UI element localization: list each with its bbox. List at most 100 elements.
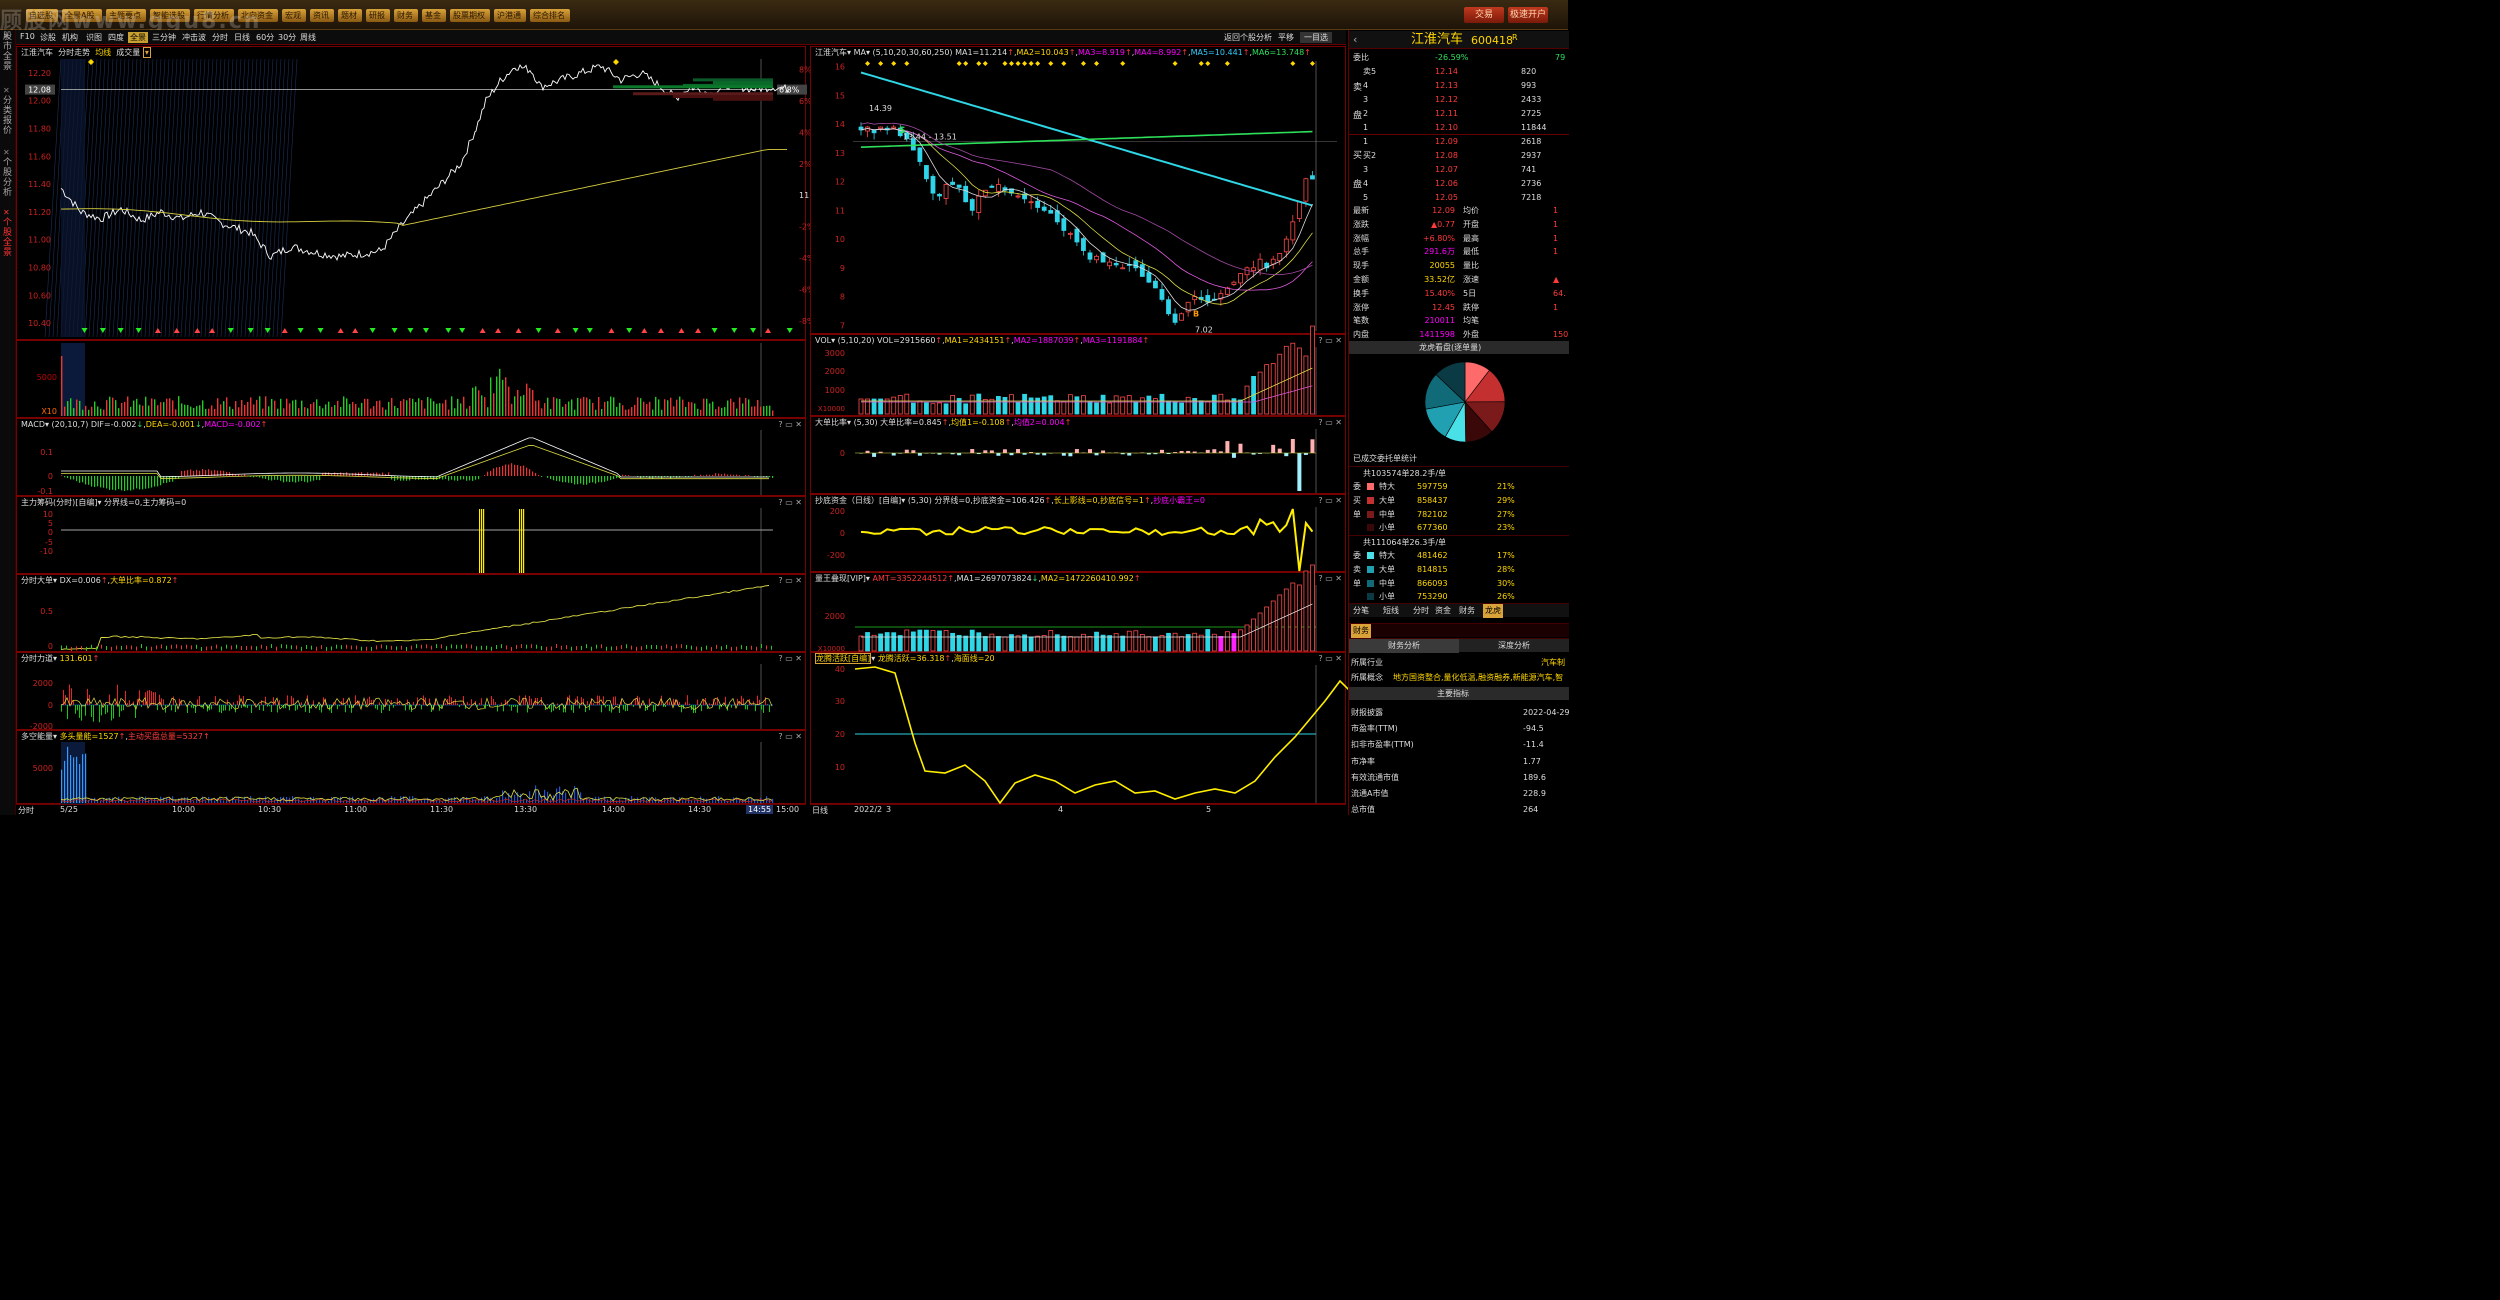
subbar-item-3[interactable]: 识图 <box>86 32 102 43</box>
finance-value: 1.77 <box>1523 756 1541 766</box>
macd-pane[interactable]: MACD▾ (20,10,7) DIF=-0.002↓,DEA=-0.001↓,… <box>16 418 806 496</box>
toolbar-button-13[interactable]: 沪港通 <box>494 9 526 22</box>
dragon-active-pane[interactable]: 龙腾活跃[自编]▾ 龙腾活跃=36.318↑,海面线=20 ? ▭ ✕ 40 30… <box>810 652 1356 805</box>
finance-tab-bar: 财务 <box>1349 623 1569 638</box>
subbar-item-0[interactable]: F10 <box>20 32 35 41</box>
vol-king-pane[interactable]: 量王叠现[VIP]▾ AMT=3352244512↑,MA1=269707382… <box>810 564 1346 653</box>
close-icon[interactable]: ✕ <box>3 208 10 217</box>
view-select[interactable]: 一目选 <box>1300 32 1332 43</box>
quote-tab-4[interactable]: 财务 <box>1459 604 1475 618</box>
time-tick[interactable]: 分时 <box>18 805 34 816</box>
ask-level: 3 <box>1363 95 1369 104</box>
bid-row[interactable]: 4 12.06 2736 <box>1349 177 1569 190</box>
subbar-item-7[interactable]: 冲击波 <box>182 32 206 43</box>
bid-price: 12.05 <box>1435 193 1458 202</box>
tab-finance[interactable]: 财务 <box>1351 624 1371 638</box>
ask-row[interactable]: 1 12.10 11844 <box>1349 121 1569 134</box>
quote-key2: 最低 <box>1463 247 1479 257</box>
bf-tick: 200 <box>830 507 845 516</box>
quote-key2: 开盘 <box>1463 219 1479 229</box>
bid-row[interactable]: 1 12.09 2618 <box>1349 135 1569 148</box>
close-icon[interactable]: ✕ <box>3 148 10 157</box>
quote-tab-3[interactable]: 资金 <box>1435 604 1451 618</box>
industry-value[interactable]: 汽车制 <box>1541 656 1565 669</box>
finance-key: 总市值 <box>1351 805 1375 815</box>
toolbar-button-11[interactable]: 基金 <box>422 9 446 22</box>
intraday-price-pane[interactable]: 江淮汽车 分时走势 均线 成交量 ▾ 12.20 12.00 11.80 11.60 1… <box>16 46 822 340</box>
daily-time-tick[interactable]: 日线 <box>812 805 828 816</box>
ask-level: 4 <box>1363 81 1369 90</box>
toolbar-button-10[interactable]: 财务 <box>394 9 418 22</box>
bid-row[interactable]: 买2 12.08 2937 <box>1349 149 1569 162</box>
quote-row: 内盘 1411598 外盘 150 <box>1349 328 1569 341</box>
bid-level: 买2 <box>1363 151 1377 160</box>
price-tick: 12.20 <box>28 69 51 78</box>
quote-tab-2[interactable]: 分时 <box>1413 604 1429 618</box>
rail-stock-analysis[interactable]: 个股分析 <box>1 158 14 198</box>
subbar-item-11[interactable]: 30分 <box>278 32 296 43</box>
concept-value[interactable]: 地方国资整合,量化低温,融资融券,新能源汽车,智 <box>1393 671 1563 684</box>
tab-finance-analysis[interactable]: 财务分析 <box>1349 639 1459 653</box>
quote-tab-1[interactable]: 短线 <box>1383 604 1399 618</box>
daily-vol-pane[interactable]: VOL▾ (5,10,20) VOL=2915660↑,MA1=2434151↑… <box>810 325 1346 416</box>
toolbar-button-9[interactable]: 研报 <box>366 9 390 22</box>
subbar-item-2[interactable]: 机构 <box>62 32 78 43</box>
subbar-item-1[interactable]: 诊股 <box>40 32 56 43</box>
sell-pct: 30% <box>1497 578 1515 588</box>
close-icon[interactable]: ✕ <box>3 86 10 95</box>
toolbar-button-6[interactable]: 宏观 <box>282 9 306 22</box>
tab-deep-analysis[interactable]: 深度分析 <box>1459 639 1569 653</box>
time-tick: 11:00 <box>344 805 368 814</box>
dragon-title-bar: 龙虎看盘(逐单量) <box>1349 341 1569 354</box>
subbar-item-8[interactable]: 分时 <box>212 32 228 43</box>
ask-volume: 11844 <box>1521 123 1547 132</box>
bid-price: 12.06 <box>1435 179 1458 188</box>
dragon-title: 龙虎看盘(逐单量) <box>1419 343 1482 352</box>
long-short-pane[interactable]: 多空能量▾ 多头量能=1527↑,主动买盘总量=5327↑ ? ▭ ✕ 5000 <box>16 730 806 804</box>
subbar-item-9[interactable]: 日线 <box>234 32 250 43</box>
subbar-item-12[interactable]: 周线 <box>300 32 316 43</box>
ask-row[interactable]: 2 12.11 2725 <box>1349 107 1569 120</box>
toolbar-button-14[interactable]: 综合排名 <box>530 9 570 22</box>
back-arrow-icon[interactable]: ‹ <box>1353 33 1357 46</box>
buy-stat-row: 买 大单 858437 29% <box>1349 494 1569 507</box>
open-account-button[interactable]: 极速开户 <box>1508 7 1548 23</box>
ask-row[interactable]: 4 12.13 993 <box>1349 79 1569 92</box>
quote-tab-5[interactable]: 龙虎 <box>1483 604 1503 618</box>
toolbar-button-12[interactable]: 股票期权 <box>450 9 490 22</box>
trade-button[interactable]: 交易 <box>1464 7 1504 23</box>
sell-side-label: 卖 <box>1353 564 1361 574</box>
rail-market-overview[interactable]: 股市全景 <box>1 32 14 72</box>
daily-price-tick: 9 <box>840 264 845 273</box>
back-to-analysis-link[interactable]: 返回个股分析 <box>1224 32 1272 43</box>
daily-kline-pane[interactable]: 江淮汽车▾ MA▾ (5,10,20,30,60,250) MA1=11.214… <box>810 46 1346 335</box>
bid-row[interactable]: 3 12.07 741 <box>1349 163 1569 176</box>
subbar-item-4[interactable]: 四度 <box>108 32 124 43</box>
force-pane[interactable]: 分时力道▾ 131.601↑ ? ▭ ✕ 2000 0 -2000 <box>16 652 806 731</box>
time-tick: 10:00 <box>172 805 196 814</box>
big-order-tick: 0 <box>48 642 53 651</box>
toolbar-button-7[interactable]: 资讯 <box>310 9 334 22</box>
rail-stock-panorama[interactable]: 个股全景 <box>1 218 14 258</box>
intraday-volume-pane[interactable]: 5000 X10 <box>16 340 806 418</box>
sell-legend-swatch <box>1367 579 1374 587</box>
subbar-item-6[interactable]: 三分钟 <box>152 32 176 43</box>
toolbar-button-8[interactable]: 题材 <box>338 9 362 22</box>
top-toolbar: 自选股 全景A股 主题要点 智能选股 行情分析 北向资金 宏观 资讯 题材 研报 财务 基金 股票期权沪… <box>0 0 1568 34</box>
quote-tab-0[interactable]: 分笔 <box>1353 604 1369 618</box>
pan-button[interactable]: 平移 <box>1278 32 1294 43</box>
current-price-label: 12.08 <box>28 86 51 95</box>
main-chip-pane[interactable]: 主力筹码(分时)[自编]▾ 分界线=0,主力筹码=0 ? ▭ ✕ 10 5 0 -5-… <box>16 496 806 574</box>
bid-row[interactable]: 5 12.05 7218 <box>1349 191 1569 204</box>
big-ratio-pane[interactable]: 大单比率▾ (5,30) 大单比率=0.845↑,均值1=-0.108↑,均值2… <box>810 416 1346 494</box>
daily-price-tick: 7 <box>840 321 845 330</box>
ask-row[interactable]: 卖5 12.14 820 <box>1349 65 1569 78</box>
ask-row[interactable]: 3 12.12 2433 <box>1349 93 1569 106</box>
quote-value: 20055 <box>1429 261 1455 271</box>
big-order-pane[interactable]: 分时大单▾ DX=0.006↑,大单比率=0.872↑ ? ▭ ✕ 0.5 0 <box>16 574 806 652</box>
big-ratio-chart: 0 <box>840 429 1317 493</box>
subbar-item-10[interactable]: 60分 <box>256 32 274 43</box>
rail-category-quote[interactable]: 分类报价 <box>1 96 14 136</box>
subbar-item-5[interactable]: 全景 <box>128 32 148 43</box>
bottom-fund-pane[interactable]: 抄底资金（日线）[自编]▾ (5,30) 分界线=0,抄底资金=106.426↑… <box>810 494 1346 572</box>
